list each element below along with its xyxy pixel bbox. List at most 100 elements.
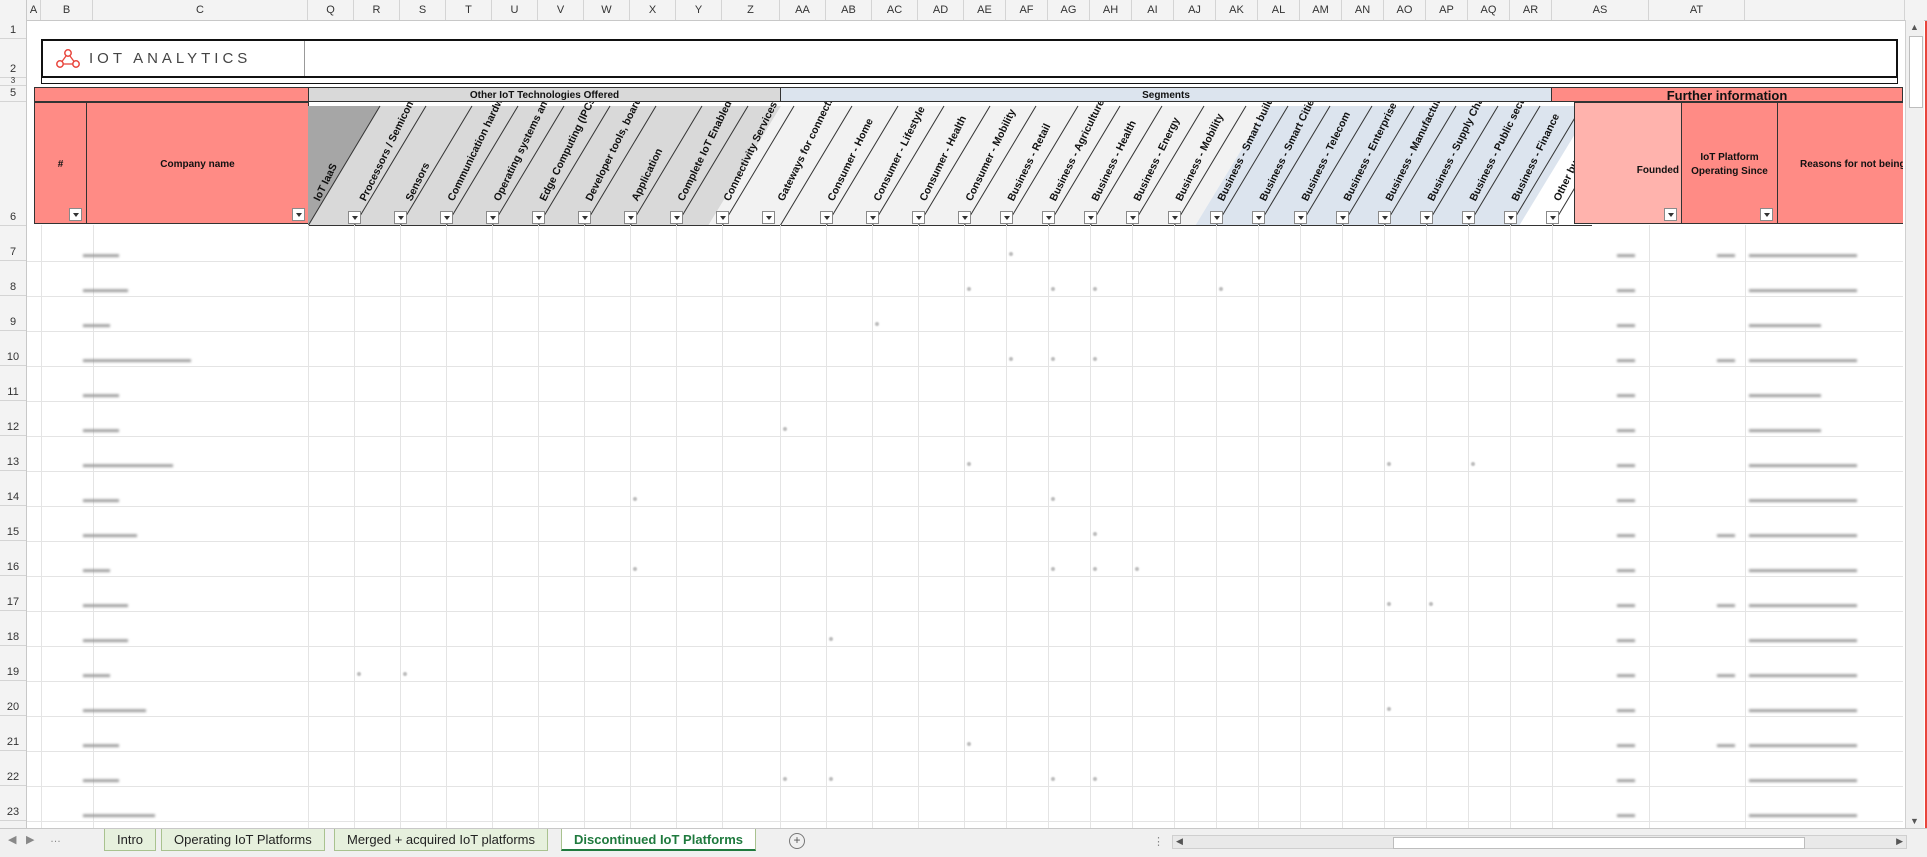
row-11[interactable]: 11 [0, 366, 26, 401]
col-AL[interactable]: AL [1258, 0, 1300, 20]
filter-dropdown-icon[interactable] [1462, 211, 1475, 224]
row-23[interactable]: 23 [0, 786, 26, 821]
col-W[interactable]: W [584, 0, 630, 20]
filter-dropdown-icon[interactable] [820, 211, 833, 224]
filter-dropdown-icon[interactable] [532, 211, 545, 224]
filter-dropdown-icon[interactable] [866, 211, 879, 224]
filter-dropdown-icon[interactable] [578, 211, 591, 224]
col-AJ[interactable]: AJ [1174, 0, 1216, 20]
col-X[interactable]: X [630, 0, 676, 20]
splitter-icon[interactable]: ⋮ [1153, 835, 1164, 848]
filter-dropdown-icon[interactable] [440, 211, 453, 224]
row-16[interactable]: 16 [0, 541, 26, 576]
filter-dropdown-icon[interactable] [670, 211, 683, 224]
filter-dropdown-icon[interactable] [1378, 211, 1391, 224]
filter-dropdown-icon[interactable] [348, 211, 361, 224]
col-Y[interactable]: Y [676, 0, 722, 20]
row-21[interactable]: 21 [0, 716, 26, 751]
col-V[interactable]: V [538, 0, 584, 20]
col-AC[interactable]: AC [872, 0, 918, 20]
col-AF[interactable]: AF [1006, 0, 1048, 20]
horizontal-scrollbar[interactable]: ◀ ▶ [1172, 835, 1907, 849]
tab-scroll-right-icon[interactable]: ▶ [26, 833, 34, 846]
filter-dropdown-icon[interactable] [1664, 208, 1677, 221]
row-14[interactable]: 14 [0, 471, 26, 506]
filter-dropdown-icon[interactable] [486, 211, 499, 224]
scroll-up-icon[interactable]: ▲ [1910, 22, 1919, 32]
col-A[interactable]: A [27, 0, 41, 20]
filter-dropdown-icon[interactable] [1000, 211, 1013, 224]
filter-dropdown-icon[interactable] [958, 211, 971, 224]
scroll-left-icon[interactable]: ◀ [1176, 836, 1183, 847]
row-10[interactable]: 10 [0, 331, 26, 366]
filter-dropdown-icon[interactable] [716, 211, 729, 224]
row-22[interactable]: 22 [0, 751, 26, 786]
tab-merged-acquired[interactable]: Merged + acquired IoT platforms [334, 829, 548, 851]
col-AR[interactable]: AR [1510, 0, 1552, 20]
col-AI[interactable]: AI [1132, 0, 1174, 20]
filter-dropdown-icon[interactable] [624, 211, 637, 224]
filter-dropdown-icon[interactable] [1126, 211, 1139, 224]
filter-dropdown-icon[interactable] [394, 211, 407, 224]
filter-dropdown-icon[interactable] [1546, 211, 1559, 224]
sheet-grid[interactable]: IOT ANALYTICS Other IoT Technologies Off… [27, 20, 1903, 828]
col-AO[interactable]: AO [1384, 0, 1426, 20]
filter-dropdown-icon[interactable] [1336, 211, 1349, 224]
filter-dropdown-icon[interactable] [1504, 211, 1517, 224]
col-Z[interactable]: Z [722, 0, 780, 20]
row-12[interactable]: 12 [0, 401, 26, 436]
filter-dropdown-icon[interactable] [762, 211, 775, 224]
filter-dropdown-icon[interactable] [1168, 211, 1181, 224]
col-AB[interactable]: AB [826, 0, 872, 20]
row-18[interactable]: 18 [0, 611, 26, 646]
row-2[interactable]: 2 [0, 39, 26, 78]
filter-dropdown-icon[interactable] [1294, 211, 1307, 224]
col-AN[interactable]: AN [1342, 0, 1384, 20]
col-AS[interactable]: AS [1552, 0, 1649, 20]
col-AD[interactable]: AD [918, 0, 964, 20]
col-AP[interactable]: AP [1426, 0, 1468, 20]
col-U[interactable]: U [492, 0, 538, 20]
row-20[interactable]: 20 [0, 681, 26, 716]
row-9[interactable]: 9 [0, 296, 26, 331]
filter-dropdown-icon[interactable] [1252, 211, 1265, 224]
row-3[interactable]: 3 [0, 76, 26, 86]
row-15[interactable]: 15 [0, 506, 26, 541]
row-13[interactable]: 13 [0, 436, 26, 471]
col-B[interactable]: B [41, 0, 93, 20]
add-sheet-icon[interactable]: + [789, 833, 805, 849]
vertical-scrollbar[interactable]: ▲ ▼ [1905, 20, 1924, 828]
col-S[interactable]: S [400, 0, 446, 20]
row-5[interactable]: 5 [0, 86, 26, 102]
col-Q[interactable]: Q [308, 0, 354, 20]
row-1[interactable]: 1 [0, 20, 26, 39]
filter-dropdown-icon[interactable] [1084, 211, 1097, 224]
filter-dropdown-icon[interactable] [1042, 211, 1055, 224]
scroll-right-icon[interactable]: ▶ [1896, 836, 1903, 847]
horizontal-scroll-thumb[interactable] [1393, 837, 1805, 849]
col-AE[interactable]: AE [964, 0, 1006, 20]
row-19[interactable]: 19 [0, 646, 26, 681]
col-AQ[interactable]: AQ [1468, 0, 1510, 20]
row-6[interactable]: 6 [0, 102, 26, 226]
filter-dropdown-icon[interactable] [912, 211, 925, 224]
tab-scroll-left-icon[interactable]: ◀ [8, 833, 16, 846]
filter-dropdown-icon[interactable] [292, 208, 305, 221]
ellipsis-icon[interactable]: … [50, 833, 61, 845]
col-R[interactable]: R [354, 0, 400, 20]
col-AK[interactable]: AK [1216, 0, 1258, 20]
row-17[interactable]: 17 [0, 576, 26, 611]
row-8[interactable]: 8 [0, 261, 26, 296]
select-all-corner[interactable] [0, 0, 27, 20]
tab-discontinued-iot-platforms[interactable]: Discontinued IoT Platforms [561, 829, 757, 851]
filter-dropdown-icon[interactable] [69, 208, 82, 221]
col-AG[interactable]: AG [1048, 0, 1090, 20]
col-AM[interactable]: AM [1300, 0, 1342, 20]
col-T[interactable]: T [446, 0, 492, 20]
col-AT[interactable]: AT [1649, 0, 1745, 20]
col-C[interactable]: C [93, 0, 308, 20]
col-AU[interactable] [1745, 0, 1905, 20]
tab-operating-iot-platforms[interactable]: Operating IoT Platforms [161, 829, 325, 851]
filter-dropdown-icon[interactable] [1420, 211, 1433, 224]
col-AH[interactable]: AH [1090, 0, 1132, 20]
